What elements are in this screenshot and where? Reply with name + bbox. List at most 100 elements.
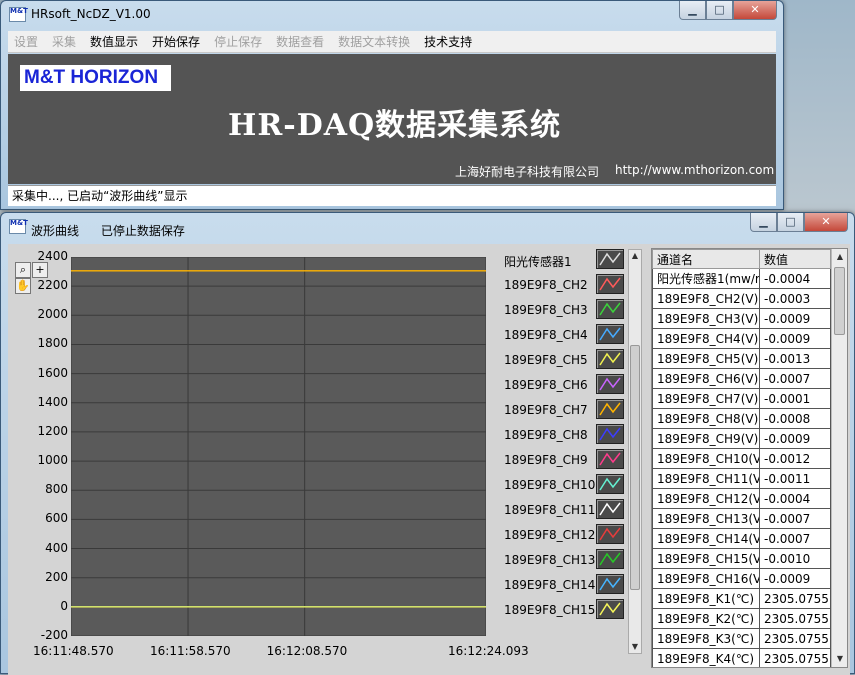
legend-swatch-icon[interactable] (596, 599, 624, 619)
legend-item[interactable]: 189E9F8_CH3 (498, 299, 628, 324)
table-row[interactable]: 189E9F8_K2(℃) 2305.0755 (652, 608, 831, 629)
x-tick-label: 16:12:08.570 (266, 644, 348, 658)
table-row[interactable]: 189E9F8_CH14(V) -0.0007 (652, 528, 831, 549)
table-row[interactable]: 189E9F8_CH6(V) -0.0007 (652, 368, 831, 389)
y-tick-label: 0 (60, 598, 68, 613)
legend-label: 189E9F8_CH2 (504, 278, 588, 292)
scroll-up-icon[interactable]: ▲ (834, 251, 846, 263)
cursor-icon[interactable]: + (32, 262, 48, 278)
menu-item[interactable]: 数据查看 (276, 33, 324, 50)
channel-name-cell: 189E9F8_CH9(V) (652, 428, 760, 449)
legend-swatch-icon[interactable] (596, 374, 624, 394)
table-row[interactable]: 189E9F8_CH9(V) -0.0009 (652, 428, 831, 449)
legend-item[interactable]: 189E9F8_CH14 (498, 574, 628, 599)
menu-item[interactable]: 停止保存 (214, 33, 262, 50)
legend-item[interactable]: 189E9F8_CH8 (498, 424, 628, 449)
legend-swatch-icon[interactable] (596, 524, 624, 544)
channel-value-cell: -0.0007 (759, 368, 831, 389)
legend-label: 189E9F8_CH6 (504, 378, 588, 392)
legend-swatch-icon[interactable] (596, 299, 624, 319)
legend-swatch-icon[interactable] (596, 449, 624, 469)
channel-name-cell: 189E9F8_K4(℃) (652, 648, 760, 667)
table-row[interactable]: 189E9F8_CH4(V) -0.0009 (652, 328, 831, 349)
main-titlebar[interactable]: M&T HRsoft_NcDZ_V1.00 ▁ □ ✕ (1, 1, 783, 29)
legend-item[interactable]: 189E9F8_CH9 (498, 449, 628, 474)
main-window: M&T HRsoft_NcDZ_V1.00 ▁ □ ✕ 设置 采集 数值显示 开始保存… (0, 0, 784, 210)
table-row[interactable]: 189E9F8_CH8(V) -0.0008 (652, 408, 831, 429)
table-row[interactable]: 189E9F8_CH13(V) -0.0007 (652, 508, 831, 529)
menu-item[interactable]: 采集 (52, 33, 76, 50)
legend-swatch-icon[interactable] (596, 549, 624, 569)
legend-item[interactable]: 189E9F8_CH12 (498, 524, 628, 549)
legend-swatch-icon[interactable] (596, 349, 624, 369)
legend-item[interactable]: 阳光传感器1 (498, 249, 628, 274)
table-row[interactable]: 189E9F8_K4(℃) 2305.0755 (652, 648, 831, 667)
legend-item[interactable]: 189E9F8_CH11 (498, 499, 628, 524)
legend-swatch-icon[interactable] (596, 474, 624, 494)
legend-item[interactable]: 189E9F8_CH2 (498, 274, 628, 299)
x-tick-label: 16:11:58.570 (150, 644, 231, 658)
legend-swatch-icon[interactable] (596, 399, 624, 419)
menu-item[interactable]: 技术支持 (424, 33, 472, 50)
table-row[interactable]: 189E9F8_CH15(V) -0.0010 (652, 548, 831, 569)
maximize-icon[interactable]: □ (706, 1, 733, 20)
legend-item[interactable]: 189E9F8_CH15 (498, 599, 628, 624)
scroll-down-icon[interactable]: ▼ (834, 653, 846, 665)
minimize-icon[interactable]: ▁ (679, 1, 706, 20)
channel-name-cell: 189E9F8_CH4(V) (652, 328, 760, 349)
legend-swatch-icon[interactable] (596, 424, 624, 444)
scroll-down-icon[interactable]: ▼ (629, 641, 641, 653)
legend-item[interactable]: 189E9F8_CH7 (498, 399, 628, 424)
table-row[interactable]: 189E9F8_CH10(V) -0.0012 (652, 448, 831, 469)
channel-name-cell: 189E9F8_CH14(V) (652, 528, 760, 549)
legend: 阳光传感器1 189E9F8_CH2 189E9F8_CH3 189E9F8_CH4 1… (498, 249, 628, 659)
channel-name-cell: 189E9F8_K3(℃) (652, 628, 760, 649)
menu-item[interactable]: 数值显示 (90, 33, 138, 50)
legend-item[interactable]: 189E9F8_CH5 (498, 349, 628, 374)
menu-item[interactable]: 设置 (14, 33, 38, 50)
channel-value-cell: -0.0010 (759, 548, 831, 569)
menu-item[interactable]: 开始保存 (152, 33, 200, 50)
app-icon: M&T (9, 7, 28, 22)
close-icon[interactable]: ✕ (804, 213, 848, 232)
legend-scrollbar[interactable]: ▲ ▼ (628, 249, 642, 654)
menu-item[interactable]: 数据文本转换 (338, 33, 410, 50)
table-row[interactable]: 阳光传感器1(mw/r -0.0004 (652, 268, 831, 289)
table-row[interactable]: 189E9F8_CH5(V) -0.0013 (652, 348, 831, 369)
legend-swatch-icon[interactable] (596, 274, 624, 294)
legend-swatch-icon[interactable] (596, 249, 624, 269)
table-row[interactable]: 189E9F8_CH3(V) -0.0009 (652, 308, 831, 329)
legend-label: 189E9F8_CH10 (504, 478, 596, 492)
table-row[interactable]: 189E9F8_CH16(V) -0.0009 (652, 568, 831, 589)
legend-item[interactable]: 189E9F8_CH10 (498, 474, 628, 499)
scroll-thumb[interactable] (834, 267, 845, 335)
scroll-up-icon[interactable]: ▲ (629, 250, 641, 262)
table-scrollbar[interactable]: ▲ ▼ (831, 249, 847, 667)
legend-label: 189E9F8_CH7 (504, 403, 588, 417)
channel-value-cell: 2305.0755 (759, 588, 831, 609)
plot-area[interactable] (71, 257, 486, 636)
legend-item[interactable]: 189E9F8_CH6 (498, 374, 628, 399)
legend-item[interactable]: 189E9F8_CH4 (498, 324, 628, 349)
close-icon[interactable]: ✕ (733, 1, 777, 20)
legend-item[interactable]: 189E9F8_CH13 (498, 549, 628, 574)
table-row[interactable]: 189E9F8_K1(℃) 2305.0755 (652, 588, 831, 609)
minimize-icon[interactable]: ▁ (750, 213, 777, 232)
table-row[interactable]: 189E9F8_CH2(V) -0.0003 (652, 288, 831, 309)
menu-bar: 设置 采集 数值显示 开始保存 停止保存 数据查看 数据文本转换 技术支持 (8, 31, 776, 53)
table-row[interactable]: 189E9F8_CH11(V) -0.0011 (652, 468, 831, 489)
zoom-icon[interactable]: ⌕ (15, 262, 31, 278)
legend-swatch-icon[interactable] (596, 324, 624, 344)
client-area: ⌕ + ✋ 2400 2200 2000 1800 1600 1400 1200 1000 800… (8, 244, 850, 675)
channel-value-cell: -0.0009 (759, 428, 831, 449)
maximize-icon[interactable]: □ (777, 213, 804, 232)
banner: M&T HORIZON HR-DAQ数据采集系统 上海好耐电子科技有限公司 ht… (8, 54, 776, 184)
scroll-thumb[interactable] (630, 345, 640, 590)
waveform-titlebar[interactable]: M&T 波形曲线 已停止数据保存 ▁ □ ✕ (1, 213, 854, 243)
table-row[interactable]: 189E9F8_CH7(V) -0.0001 (652, 388, 831, 409)
table-row[interactable]: 189E9F8_K3(℃) 2305.0755 (652, 628, 831, 649)
legend-label: 189E9F8_CH4 (504, 328, 588, 342)
legend-swatch-icon[interactable] (596, 574, 624, 594)
legend-swatch-icon[interactable] (596, 499, 624, 519)
table-row[interactable]: 189E9F8_CH12(V) -0.0004 (652, 488, 831, 509)
